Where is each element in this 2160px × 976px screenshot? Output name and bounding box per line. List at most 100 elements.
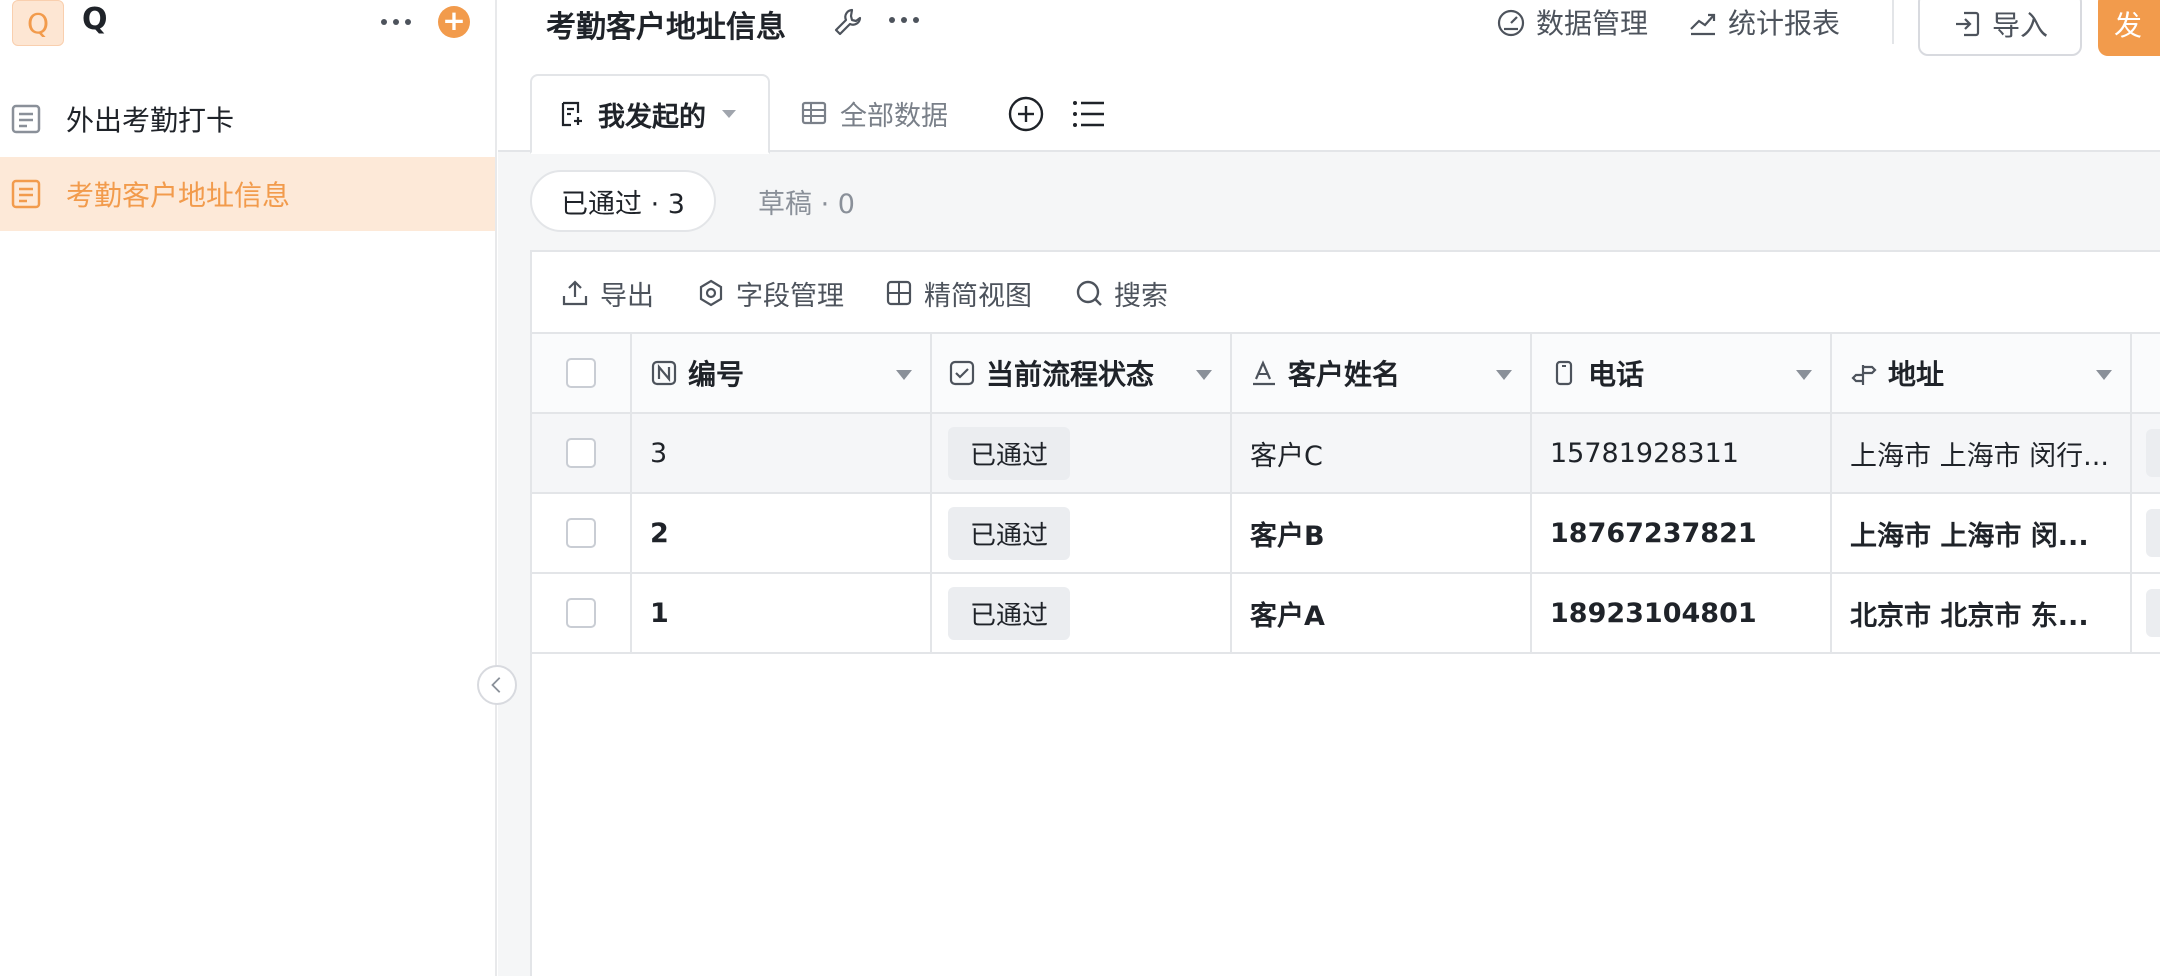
checkbox-field-icon — [949, 360, 975, 386]
my-form-icon — [561, 101, 582, 127]
chevron-down-icon[interactable] — [1496, 370, 1512, 380]
header-divider — [1892, 0, 1894, 44]
row-select-cell — [532, 574, 632, 652]
filter-draft[interactable]: 草稿 · 0 — [758, 170, 855, 232]
filter-approved[interactable]: 已通过 · 3 — [530, 170, 716, 232]
cell-stub — [2146, 589, 2160, 637]
cell-id: 3 — [632, 414, 932, 492]
chevron-down-icon[interactable] — [1196, 370, 1212, 380]
cell-phone: 18767237821 — [1532, 494, 1832, 572]
export-button[interactable]: 导出 — [560, 252, 654, 334]
cell-address: 上海市 上海市 闵... — [1832, 494, 2132, 572]
app-avatar[interactable]: Q — [12, 0, 64, 46]
dashboard-icon — [1497, 9, 1525, 37]
app-name: Q — [82, 2, 108, 37]
row-checkbox[interactable] — [566, 598, 596, 628]
search-label: 搜索 — [1114, 280, 1168, 312]
publish-button[interactable]: 发 — [2098, 0, 2160, 56]
compact-view-label: 精简视图 — [924, 280, 1032, 312]
field-manage-button[interactable]: 字段管理 — [696, 252, 844, 334]
cell-name: 客户B — [1232, 494, 1532, 572]
sidebar-item-outing-checkin[interactable]: 外出考勤打卡 — [0, 82, 495, 156]
sidebar-item-label: 外出考勤打卡 — [66, 104, 235, 137]
cell-status: 已通过 — [932, 494, 1232, 572]
row-checkbox[interactable] — [566, 518, 596, 548]
cell-overflow — [2132, 574, 2160, 652]
stats-report-button[interactable]: 统计报表 — [1688, 0, 1840, 44]
form-icon — [11, 179, 41, 209]
tab-label: 全部数据 — [840, 100, 948, 132]
sidebar-item-label: 考勤客户地址信息 — [66, 179, 291, 212]
column-header-status[interactable]: 当前流程状态 — [932, 334, 1232, 412]
column-header-name[interactable]: 客户姓名 — [1232, 334, 1532, 412]
grid-icon — [886, 280, 912, 306]
sidebar-item-customer-address[interactable]: 考勤客户地址信息 — [0, 157, 495, 231]
chevron-down-icon[interactable] — [1796, 370, 1812, 380]
table-row[interactable]: 2 已通过 客户B 18767237821 上海市 上海市 闵... — [532, 494, 2160, 574]
column-label: 电话 — [1588, 358, 1645, 391]
cell-overflow — [2132, 414, 2160, 492]
column-header-phone[interactable]: 电话 — [1532, 334, 1832, 412]
export-label: 导出 — [600, 280, 654, 312]
table-toolbar: 导出 字段管理 精简视图 搜索 — [532, 252, 2160, 334]
column-label: 当前流程状态 — [986, 358, 1155, 391]
number-field-icon — [651, 360, 677, 386]
cell-stub — [2146, 429, 2160, 477]
add-view-icon[interactable] — [1006, 94, 1046, 134]
chevron-down-icon[interactable] — [2096, 370, 2112, 380]
sidebar: Q Q + 外出考勤打卡 考勤客户地址信息 — [0, 0, 497, 976]
tab-all-data[interactable]: 全部数据 — [800, 74, 948, 152]
cell-id: 1 — [632, 574, 932, 652]
column-label: 地址 — [1888, 358, 1945, 391]
plus-icon[interactable]: + — [438, 6, 470, 38]
import-icon — [1955, 11, 1980, 37]
row-select-cell — [532, 414, 632, 492]
cell-status: 已通过 — [932, 414, 1232, 492]
select-all-checkbox[interactable] — [566, 358, 596, 388]
signpost-icon — [1851, 365, 1877, 385]
text-field-icon — [1253, 360, 1275, 386]
cell-address: 北京市 北京市 东... — [1832, 574, 2132, 652]
column-label: 客户姓名 — [1288, 358, 1401, 391]
chevron-down-icon[interactable] — [722, 110, 736, 118]
stats-report-label: 统计报表 — [1728, 7, 1841, 40]
phone-icon — [1555, 360, 1573, 386]
trend-icon — [1690, 13, 1716, 36]
data-panel: 导出 字段管理 精简视图 搜索 编号 当前流程状态 客户姓名 电话 地址 3 已… — [530, 250, 2160, 976]
more-icon[interactable] — [886, 0, 922, 40]
collapse-sidebar-icon[interactable] — [477, 665, 517, 705]
data-manage-label: 数据管理 — [1536, 7, 1649, 40]
cell-id: 2 — [632, 494, 932, 572]
column-label: 编号 — [688, 358, 745, 391]
form-icon — [11, 104, 41, 134]
cell-stub — [2146, 509, 2160, 557]
table-row[interactable]: 3 已通过 客户C 15781928311 上海市 上海市 闵行... — [532, 414, 2160, 494]
compact-view-button[interactable]: 精简视图 — [884, 252, 1032, 334]
list-icon[interactable] — [1068, 94, 1108, 134]
table-row[interactable]: 1 已通过 客户A 18923104801 北京市 北京市 东... — [532, 574, 2160, 654]
page-title: 考勤客户地址信息 — [546, 10, 786, 45]
search-button[interactable]: 搜索 — [1074, 252, 1168, 334]
wrench-icon[interactable] — [832, 6, 864, 38]
status-badge: 已通过 — [948, 506, 1071, 560]
settings-icon — [699, 279, 723, 307]
cell-name: 客户C — [1232, 414, 1532, 492]
row-checkbox[interactable] — [566, 438, 596, 468]
import-button[interactable]: 导入 — [1918, 0, 2082, 56]
tab-label: 我发起的 — [598, 101, 706, 133]
more-icon[interactable] — [378, 0, 414, 40]
app-header: Q Q + — [0, 0, 497, 46]
cell-name: 客户A — [1232, 574, 1532, 652]
table-header-row: 编号 当前流程状态 客户姓名 电话 地址 — [532, 334, 2160, 414]
view-tabbar: 我发起的 全部数据 — [498, 74, 2160, 154]
import-label: 导入 — [1991, 9, 2048, 42]
upload-icon — [562, 280, 588, 306]
column-header-address[interactable]: 地址 — [1832, 334, 2132, 412]
tab-my-submissions[interactable]: 我发起的 — [530, 74, 770, 154]
column-header-more — [2132, 334, 2160, 412]
field-manage-label: 字段管理 — [736, 280, 844, 312]
chevron-down-icon[interactable] — [896, 370, 912, 380]
table-icon — [801, 101, 827, 125]
data-manage-button[interactable]: 数据管理 — [1496, 0, 1648, 44]
column-header-id[interactable]: 编号 — [632, 334, 932, 412]
